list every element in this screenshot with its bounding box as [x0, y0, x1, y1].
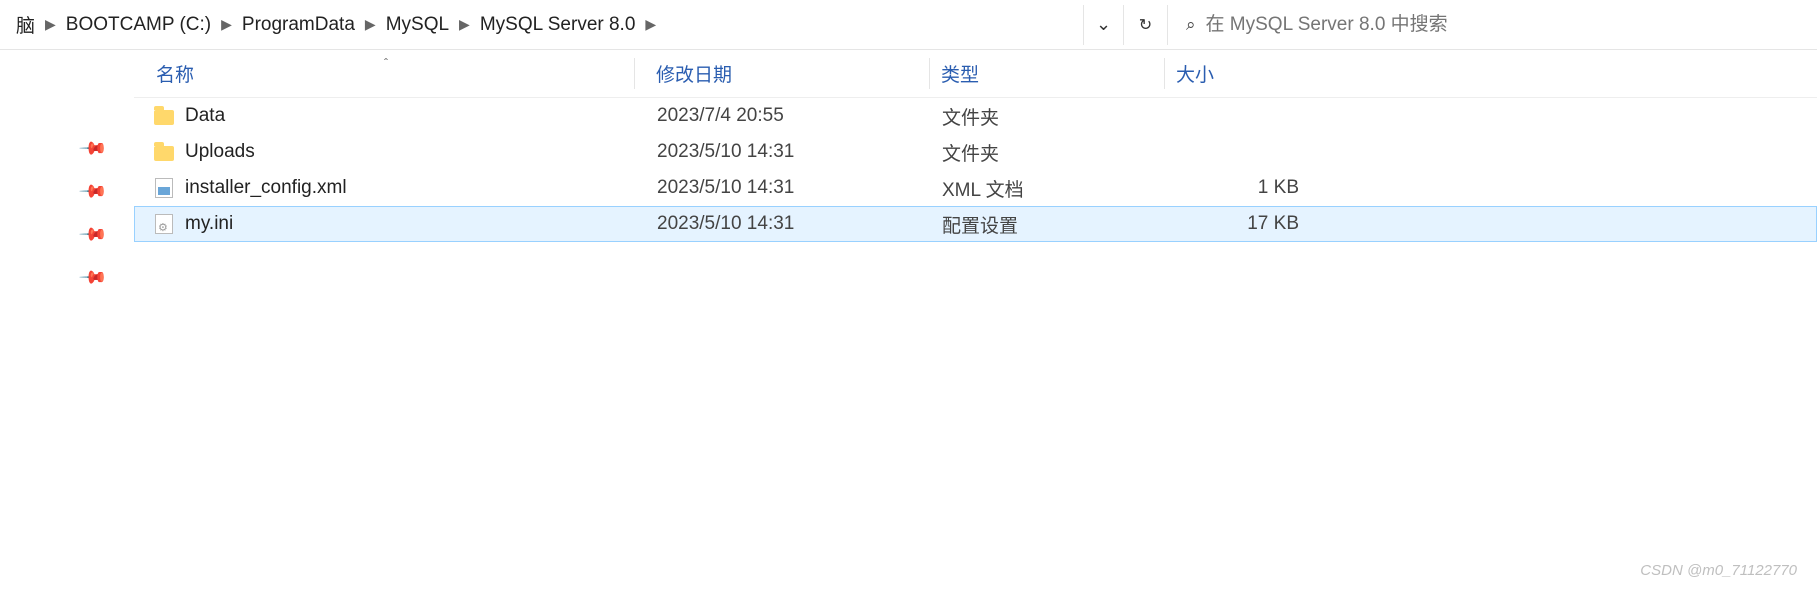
file-name: my.ini — [185, 213, 233, 235]
breadcrumb-fragment[interactable]: 脑 — [8, 7, 43, 42]
file-date: 2023/5/10 14:31 — [635, 141, 930, 163]
breadcrumb-item[interactable]: BOOTCAMP (C:) — [58, 10, 219, 40]
chevron-right-icon[interactable]: ▶ — [363, 16, 378, 33]
breadcrumb[interactable]: 脑 ▶ BOOTCAMP (C:) ▶ ProgramData ▶ MySQL … — [0, 0, 1083, 49]
chevron-right-icon[interactable]: ▶ — [43, 16, 58, 33]
file-type: XML 文档 — [930, 175, 1165, 202]
file-type: 文件夹 — [930, 103, 1165, 130]
quick-access-sidebar: 📌 📌 📌 📌 — [0, 50, 134, 589]
search-input[interactable] — [1206, 14, 1799, 36]
search-icon: ⌕ — [1186, 15, 1196, 35]
searchbox[interactable]: ⌕ — [1167, 5, 1817, 45]
sort-indicator-icon: ˆ — [384, 56, 388, 70]
file-row[interactable]: Uploads 2023/5/10 14:31文件夹 — [134, 134, 1817, 170]
file-name-cell: Uploads — [135, 141, 635, 163]
column-divider[interactable] — [1164, 58, 1165, 89]
refresh-button[interactable]: ↻ — [1123, 5, 1167, 45]
file-date: 2023/5/10 14:31 — [635, 177, 930, 199]
file-type: 配置设置 — [930, 211, 1165, 238]
pin-icon[interactable]: 📌 — [77, 133, 108, 164]
column-divider[interactable] — [929, 58, 930, 89]
chevron-right-icon[interactable]: ▶ — [643, 16, 658, 33]
file-name-cell: installer_config.xml — [135, 177, 635, 199]
column-header-type[interactable]: 类型 — [929, 60, 1164, 87]
file-listing: 名称 ˆ 修改日期 类型 大小 Data2023/7/4 20:55文件夹Upl… — [134, 50, 1817, 589]
xml-file-icon — [153, 177, 175, 199]
column-header-date[interactable]: 修改日期 — [634, 60, 929, 87]
breadcrumb-item[interactable]: ProgramData — [234, 10, 363, 40]
content-area: 📌 📌 📌 📌 名称 ˆ 修改日期 类型 大小 Data 2023/7/4 20:… — [0, 50, 1817, 589]
file-type: 文件夹 — [930, 139, 1165, 166]
chevron-right-icon[interactable]: ▶ — [457, 16, 472, 33]
breadcrumb-item[interactable]: MySQL — [378, 10, 457, 40]
chevron-right-icon[interactable]: ▶ — [219, 16, 234, 33]
file-name: Data — [185, 105, 225, 127]
refresh-icon: ↻ — [1139, 15, 1152, 35]
pin-icon[interactable]: 📌 — [77, 219, 108, 250]
column-header-size[interactable]: 大小 — [1164, 60, 1314, 87]
history-dropdown-button[interactable]: ⌄ — [1083, 5, 1123, 45]
column-header-name[interactable]: 名称 ˆ — [134, 60, 634, 87]
column-label: 名称 — [156, 65, 194, 86]
pin-icon[interactable]: 📌 — [77, 262, 108, 293]
file-row[interactable]: Data 2023/7/4 20:55文件夹 — [134, 98, 1817, 134]
watermark: CSDN @m0_71122770 — [1640, 562, 1797, 579]
file-name-cell: Data — [135, 105, 635, 127]
folder-icon — [153, 105, 175, 127]
file-name-cell: my.ini — [135, 213, 635, 235]
file-row[interactable]: my.ini 2023/5/10 14:31配置设置17 KB — [134, 206, 1817, 242]
file-date: 2023/5/10 14:31 — [635, 213, 930, 235]
address-toolbar: 脑 ▶ BOOTCAMP (C:) ▶ ProgramData ▶ MySQL … — [0, 0, 1817, 50]
column-divider[interactable] — [634, 58, 635, 89]
chevron-down-icon: ⌄ — [1096, 14, 1111, 35]
folder-icon — [153, 141, 175, 163]
breadcrumb-item[interactable]: MySQL Server 8.0 — [472, 10, 644, 40]
file-name: Uploads — [185, 141, 255, 163]
pin-icon[interactable]: 📌 — [77, 176, 108, 207]
ini-file-icon — [153, 213, 175, 235]
file-date: 2023/7/4 20:55 — [635, 105, 930, 127]
file-size: 17 KB — [1165, 213, 1315, 235]
column-headers: 名称 ˆ 修改日期 类型 大小 — [134, 50, 1817, 98]
file-row[interactable]: installer_config.xml 2023/5/10 14:31XML 文… — [134, 170, 1817, 206]
file-name: installer_config.xml — [185, 177, 347, 199]
file-size: 1 KB — [1165, 177, 1315, 199]
